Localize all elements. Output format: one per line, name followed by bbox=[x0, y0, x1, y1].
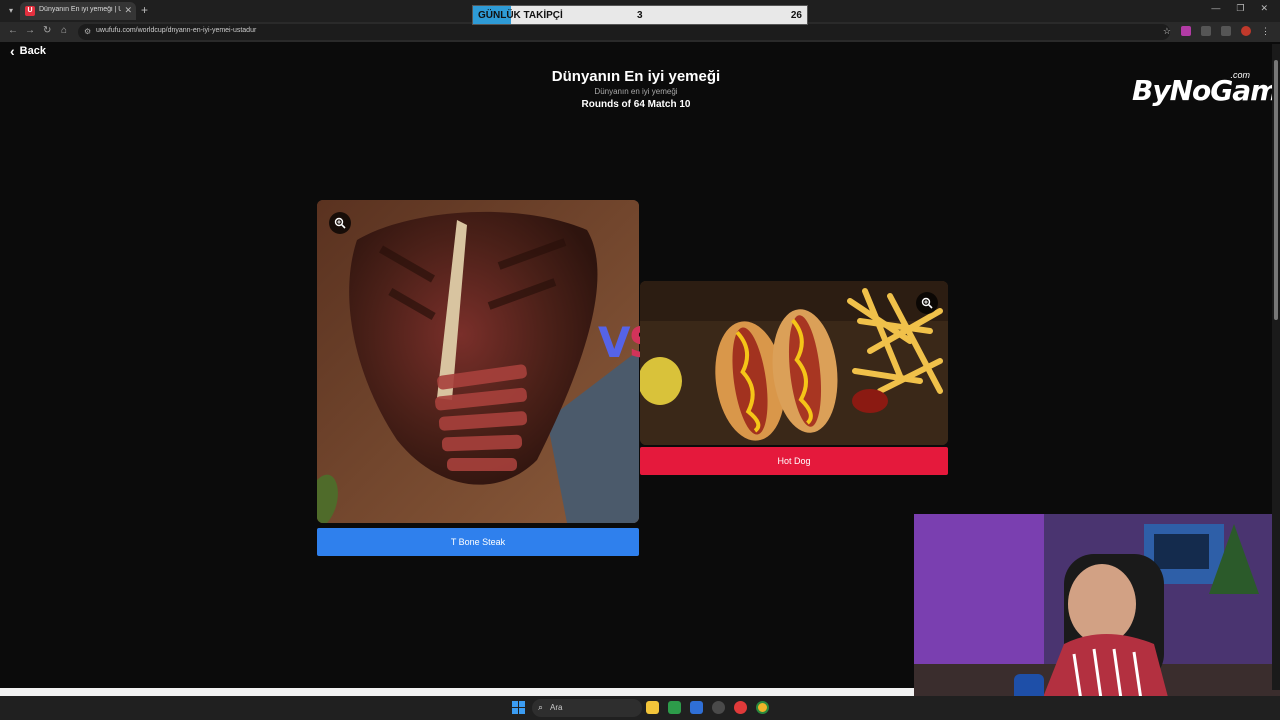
home-icon[interactable]: ⌂ bbox=[61, 25, 67, 36]
follower-goal-bar: GÜNLÜK TAKİPÇİ 3 26 bbox=[472, 5, 808, 25]
file-explorer-icon[interactable] bbox=[646, 701, 659, 714]
bookmark-star-icon[interactable]: ☆ bbox=[1163, 26, 1171, 36]
back-arrow-icon[interactable]: ← bbox=[8, 25, 18, 36]
back-label: Back bbox=[19, 45, 46, 57]
candidate-name-button-left[interactable]: T Bone Steak bbox=[317, 528, 639, 556]
brand-logo: ByNoGame .com bbox=[1132, 70, 1280, 107]
profile-avatar-icon[interactable] bbox=[1241, 26, 1251, 36]
brand-logo-text: ByNoGame bbox=[1132, 74, 1280, 107]
menu-dots-icon[interactable]: ⋮ bbox=[1261, 26, 1270, 36]
url-text: uwufufu.com/worldcup/dnyann-en-iyi-yemei… bbox=[96, 27, 257, 34]
minimize-icon[interactable]: — bbox=[1211, 3, 1220, 14]
chevron-left-icon: ‹ bbox=[10, 43, 15, 59]
reload-icon[interactable]: ↻ bbox=[43, 25, 51, 36]
page-subtitle: Dünyanın en iyi yemeği bbox=[594, 87, 678, 96]
back-button[interactable]: ‹ Back bbox=[10, 43, 46, 59]
round-info: Rounds of 64 Match 10 bbox=[581, 99, 691, 110]
taskbar-search-placeholder: Ara bbox=[550, 703, 563, 712]
zoom-icon[interactable] bbox=[916, 292, 938, 314]
webcam-image bbox=[914, 514, 1280, 720]
webcam-feed bbox=[914, 514, 1280, 720]
chrome-icon[interactable] bbox=[756, 701, 769, 714]
tab-search-icon[interactable]: ▾ bbox=[4, 4, 18, 18]
windows-start-icon[interactable] bbox=[512, 701, 525, 714]
brand-logo-suffix: .com bbox=[1230, 70, 1250, 80]
follower-goal-label: GÜNLÜK TAKİPÇİ bbox=[478, 10, 563, 21]
new-tab-icon[interactable]: + bbox=[141, 3, 148, 17]
tab-close-icon[interactable]: ✕ bbox=[124, 5, 132, 16]
spreadsheet-app-icon[interactable] bbox=[668, 701, 681, 714]
close-window-icon[interactable]: ✕ bbox=[1260, 3, 1268, 14]
hotdog-photo bbox=[640, 281, 948, 445]
site-favicon-icon: U bbox=[25, 6, 35, 16]
screen: ▾ U Dünyanın En iyi yemeği | UwUf ✕ + — … bbox=[0, 0, 1280, 720]
vertical-scrollbar-thumb[interactable] bbox=[1274, 60, 1278, 320]
candidate-name-button-right[interactable]: Hot Dog bbox=[640, 447, 948, 475]
forward-arrow-icon[interactable]: → bbox=[25, 25, 35, 36]
taskbar-search-input[interactable]: ⌕ Ara bbox=[532, 699, 642, 717]
window-controls: — ❐ ✕ bbox=[1211, 3, 1268, 14]
steak-photo bbox=[317, 200, 639, 523]
store-app-icon[interactable] bbox=[690, 701, 703, 714]
horizontal-scrollbar[interactable] bbox=[0, 688, 914, 696]
extension-icon[interactable] bbox=[1181, 26, 1191, 36]
cast-icon[interactable] bbox=[1221, 26, 1231, 36]
maximize-icon[interactable]: ❐ bbox=[1236, 3, 1244, 14]
candidate-image-right[interactable] bbox=[640, 281, 948, 445]
browser-toolbar: ← → ↻ ⌂ ⚙ uwufufu.com/worldcup/dnyann-en… bbox=[0, 22, 1280, 42]
extensions-puzzle-icon[interactable] bbox=[1201, 26, 1211, 36]
search-icon: ⌕ bbox=[538, 702, 544, 712]
obs-icon[interactable] bbox=[712, 701, 725, 714]
follower-current-count: 3 bbox=[637, 10, 643, 21]
site-info-icon[interactable]: ⚙ bbox=[84, 27, 91, 36]
extension-icons: ☆ ⋮ bbox=[1163, 26, 1270, 36]
address-bar[interactable]: ⚙ uwufufu.com/worldcup/dnyann-en-iyi-yem… bbox=[78, 24, 1170, 40]
media-player-icon[interactable] bbox=[734, 701, 747, 714]
browser-tab[interactable]: U Dünyanın En iyi yemeği | UwUf ✕ bbox=[20, 2, 136, 20]
versus-v: V bbox=[598, 318, 630, 367]
follower-goal-count: 26 bbox=[790, 10, 802, 21]
candidate-image-left[interactable] bbox=[317, 200, 639, 523]
page-title: Dünyanın En iyi yemeği bbox=[551, 68, 721, 85]
tab-title: Dünyanın En iyi yemeği | UwUf bbox=[39, 6, 121, 13]
zoom-icon[interactable] bbox=[329, 212, 351, 234]
taskbar: ⌕ Ara bbox=[0, 696, 1280, 720]
